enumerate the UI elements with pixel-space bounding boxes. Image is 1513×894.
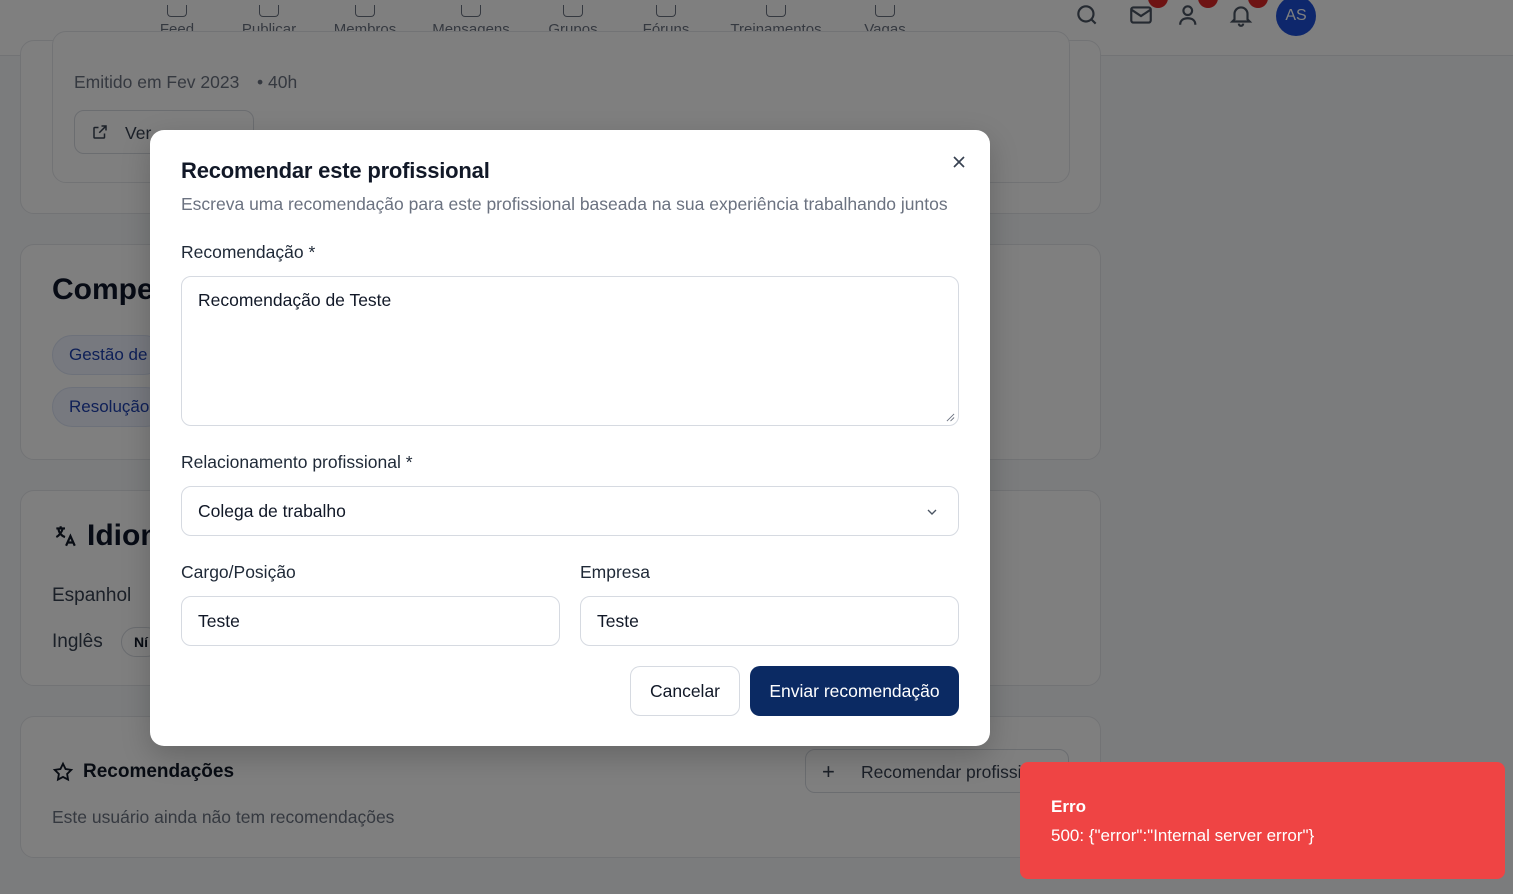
company-label: Empresa: [580, 562, 651, 582]
resize-handle-icon[interactable]: [946, 413, 955, 422]
dialog-subtitle: Escreva uma recomendação para este profi…: [181, 194, 948, 214]
recommendation-text: Recomendação de Teste: [198, 290, 392, 310]
position-value: Teste: [198, 611, 240, 631]
relationship-select[interactable]: Colega de trabalho: [181, 486, 959, 536]
position-input[interactable]: Teste: [181, 596, 560, 646]
recommendation-textarea[interactable]: Recomendação de Teste: [181, 276, 959, 426]
close-icon[interactable]: [949, 152, 969, 172]
toast-title: Erro: [1051, 797, 1086, 816]
error-toast[interactable]: Erro 500: {"error":"Internal server erro…: [1020, 762, 1505, 879]
relationship-value: Colega de trabalho: [198, 501, 346, 521]
company-input[interactable]: Teste: [580, 596, 959, 646]
recommend-dialog: Recomendar este profissional Escreva uma…: [150, 130, 990, 746]
chevron-down-icon: [927, 509, 937, 515]
position-label: Cargo/Posição: [181, 562, 296, 582]
relationship-label: Relacionamento profissional *: [181, 452, 413, 472]
toast-message: 500: {"error":"Internal server error"}: [1051, 826, 1315, 845]
dialog-title: Recomendar este profissional: [181, 158, 490, 183]
recommendation-label: Recomendação *: [181, 242, 316, 262]
submit-recommendation-button[interactable]: Enviar recomendação: [750, 666, 959, 716]
cancel-button[interactable]: Cancelar: [630, 666, 740, 716]
company-value: Teste: [597, 611, 639, 631]
